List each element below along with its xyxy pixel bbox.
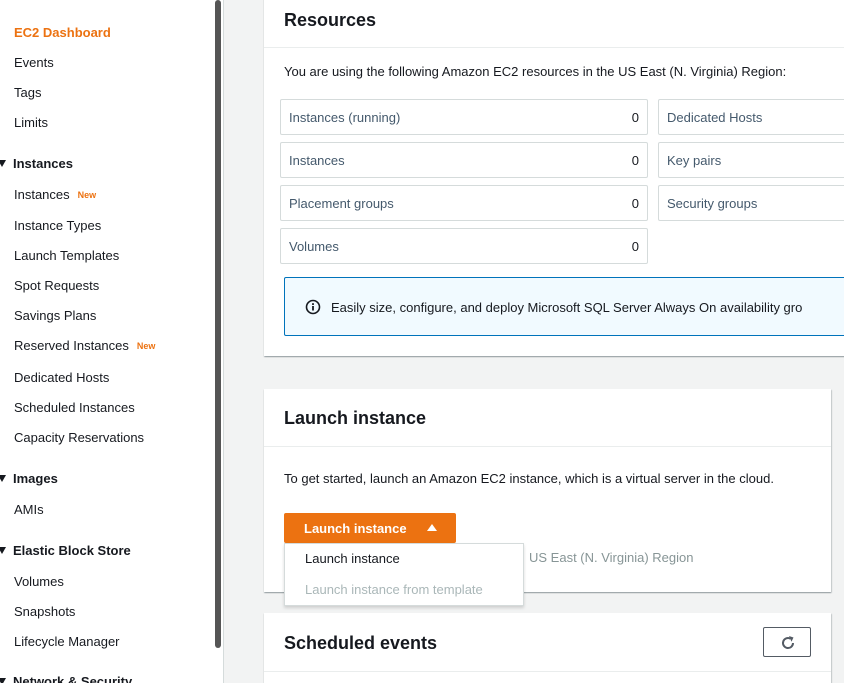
resource-label: Instances xyxy=(289,153,345,168)
resource-placement-groups[interactable]: Placement groups 0 xyxy=(280,185,648,221)
sidebar-item-ec2-dashboard[interactable]: EC2 Dashboard xyxy=(14,25,111,40)
collapse-triangle-icon xyxy=(0,678,6,683)
section-label: Instances xyxy=(13,156,73,171)
resource-volumes[interactable]: Volumes 0 xyxy=(280,228,648,264)
launch-instance-panel: Launch instance To get started, launch a… xyxy=(264,389,831,606)
resource-label: Instances (running) xyxy=(289,110,401,125)
sidebar-item-capacity-reservations[interactable]: Capacity Reservations xyxy=(14,430,144,445)
sidebar-item-spot-requests[interactable]: Spot Requests xyxy=(14,278,99,293)
scheduled-events-panel: Scheduled events xyxy=(264,613,831,683)
refresh-button[interactable] xyxy=(763,627,811,657)
region-note: US East (N. Virginia) Region xyxy=(529,550,694,565)
resource-dedicated-hosts[interactable]: Dedicated Hosts xyxy=(658,99,844,135)
info-text: Easily size, configure, and deploy Micro… xyxy=(331,300,803,315)
section-label: Network & Security xyxy=(13,674,133,683)
panel-header: Scheduled events xyxy=(264,613,831,672)
sidebar-item-label: Reserved Instances xyxy=(14,338,129,353)
resource-security-groups[interactable]: Security groups xyxy=(658,185,844,221)
new-badge: New xyxy=(77,190,97,200)
collapse-triangle-icon xyxy=(0,160,6,167)
sidebar-nav: EC2 Dashboard Events Tags Limits Instanc… xyxy=(0,0,224,683)
resource-label: Dedicated Hosts xyxy=(667,110,763,125)
launch-description: To get started, launch an Amazon EC2 ins… xyxy=(284,471,774,486)
resource-instances[interactable]: Instances 0 xyxy=(280,142,648,178)
info-icon xyxy=(305,299,321,315)
sidebar-item-lifecycle-manager[interactable]: Lifecycle Manager xyxy=(14,634,120,649)
section-label: Images xyxy=(13,471,58,486)
new-badge: New xyxy=(136,341,156,351)
sidebar-item-savings-plans[interactable]: Savings Plans xyxy=(14,308,96,323)
resources-intro: You are using the following Amazon EC2 r… xyxy=(284,64,787,79)
resource-count: 0 xyxy=(631,110,639,125)
sidebar-item-events[interactable]: Events xyxy=(14,55,54,70)
caret-up-icon xyxy=(427,524,437,531)
sidebar-section-images[interactable]: Images xyxy=(0,471,58,486)
section-label: Elastic Block Store xyxy=(13,543,131,558)
resource-count: 0 xyxy=(631,239,639,254)
resources-title: Resources xyxy=(284,10,377,30)
launch-instance-button[interactable]: Launch instance xyxy=(284,513,456,543)
button-label: Launch instance xyxy=(304,520,407,536)
menu-item-launch-from-template: Launch instance from template xyxy=(305,582,483,597)
refresh-icon xyxy=(782,636,795,649)
resource-label: Volumes xyxy=(289,239,339,254)
sidebar-item-snapshots[interactable]: Snapshots xyxy=(14,604,75,619)
resource-label: Security groups xyxy=(667,196,758,211)
sidebar-item-volumes[interactable]: Volumes xyxy=(14,574,64,589)
resource-instances-running[interactable]: Instances (running) 0 xyxy=(280,99,648,135)
resource-key-pairs[interactable]: Key pairs xyxy=(658,142,844,178)
sidebar-item-scheduled-instances[interactable]: Scheduled Instances xyxy=(14,400,135,415)
collapse-triangle-icon xyxy=(0,475,6,482)
resource-label: Key pairs xyxy=(667,153,722,168)
resources-panel: Resources You are using the following Am… xyxy=(264,0,844,356)
sidebar-section-instances[interactable]: Instances xyxy=(0,156,73,171)
collapse-triangle-icon xyxy=(0,547,6,554)
panel-header: Launch instance xyxy=(264,389,831,447)
sidebar-item-instances[interactable]: Instances New xyxy=(14,187,96,202)
resource-label: Placement groups xyxy=(289,196,394,211)
menu-item-launch-instance[interactable]: Launch instance xyxy=(305,551,400,566)
scheduled-events-title: Scheduled events xyxy=(284,633,438,653)
resource-count: 0 xyxy=(631,153,639,168)
sidebar-section-ebs[interactable]: Elastic Block Store xyxy=(0,543,131,558)
sidebar-item-launch-templates[interactable]: Launch Templates xyxy=(14,248,119,263)
sidebar-item-reserved-instances[interactable]: Reserved Instances New xyxy=(14,338,155,353)
launch-dropdown-menu: Launch instance Launch instance from tem… xyxy=(284,543,524,606)
launch-instance-title: Launch instance xyxy=(284,408,427,428)
sidebar-item-tags[interactable]: Tags xyxy=(14,85,41,100)
sidebar-section-network[interactable]: Network & Security xyxy=(0,674,132,683)
sidebar-item-instance-types[interactable]: Instance Types xyxy=(14,218,101,233)
sidebar-item-label: Instances xyxy=(14,187,70,202)
sidebar-item-amis[interactable]: AMIs xyxy=(14,502,44,517)
panel-header: Resources xyxy=(264,0,844,48)
resource-count: 0 xyxy=(631,196,639,211)
sql-server-info-alert: Easily size, configure, and deploy Micro… xyxy=(284,277,844,336)
sidebar-item-dedicated-hosts[interactable]: Dedicated Hosts xyxy=(14,370,109,385)
sidebar-scrollbar[interactable] xyxy=(215,0,221,648)
sidebar-item-limits[interactable]: Limits xyxy=(14,115,48,130)
